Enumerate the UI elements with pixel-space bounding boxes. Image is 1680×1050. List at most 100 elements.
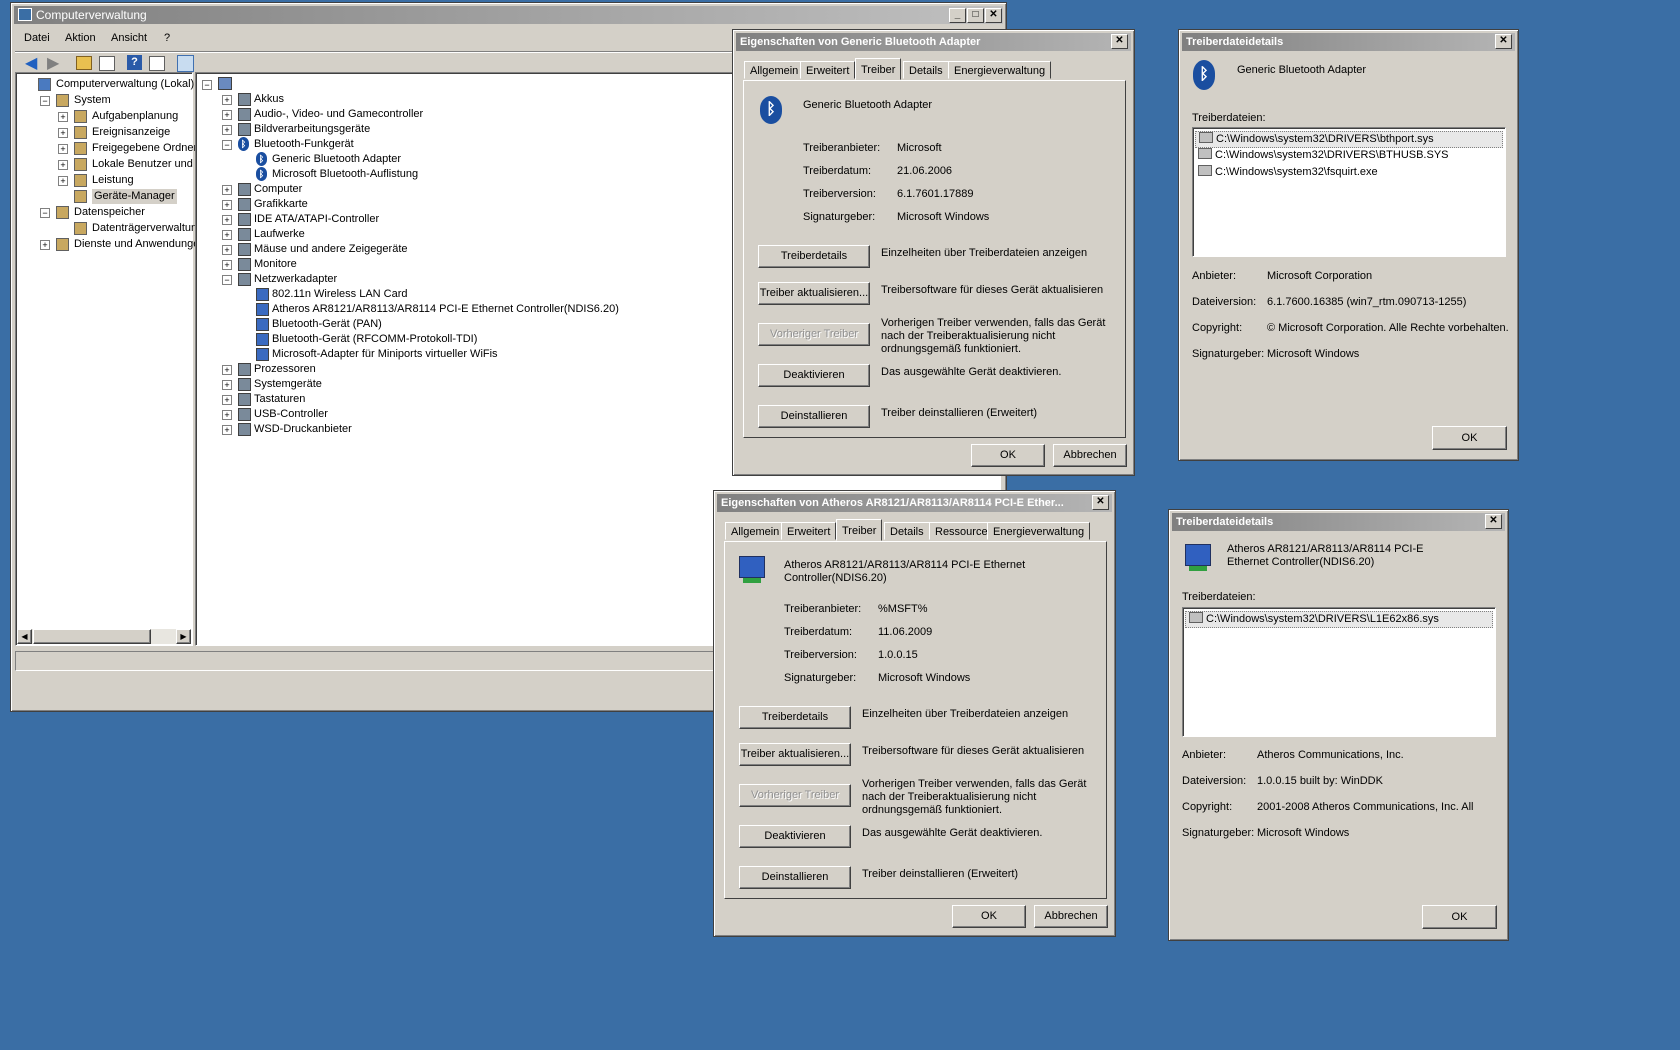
tree-item[interactable]: Freigegebene Ordner [92,141,197,156]
tab-energieverwaltung[interactable]: Energieverwaltung [987,522,1091,540]
tree-item[interactable]: Datenträgerverwaltung [92,221,203,236]
action-button[interactable]: Deinstallieren [739,866,851,889]
driver-file-item[interactable]: C:\Windows\system32\DRIVERS\bthport.sys [1195,131,1503,148]
device-tree-item[interactable]: Tastaturen [254,392,305,407]
eth-cancel-button[interactable]: Abbrechen [1034,905,1108,928]
action-button[interactable]: Treiber aktualisieren... [758,282,870,305]
up-folder-icon[interactable] [76,56,92,70]
tree-expander[interactable]: + [222,380,232,390]
action-button[interactable]: Treiberdetails [739,706,851,729]
device-tree-item[interactable]: Generic Bluetooth Adapter [272,152,401,167]
tab-allgemein[interactable]: Allgemein [744,61,805,79]
bt-properties-title-bar[interactable]: Eigenschaften von Generic Bluetooth Adap… [736,33,1131,51]
action-button[interactable]: Deinstallieren [758,405,870,428]
action-button[interactable]: Deaktivieren [758,364,870,387]
close-button[interactable]: ✕ [985,8,1002,23]
tab-erweitert[interactable]: Erweitert [781,522,837,540]
tree-item[interactable]: Aufgabenplanung [92,109,178,124]
device-tree-item[interactable]: Atheros AR8121/AR8113/AR8114 PCI-E Ether… [272,302,619,317]
tree-expander[interactable]: + [222,395,232,405]
device-tree-item[interactable]: Bildverarbeitungsgeräte [254,122,370,137]
scan-hardware-icon[interactable] [177,55,194,72]
scroll-right-button[interactable]: ▶ [176,629,191,644]
tree-expander[interactable]: + [222,110,232,120]
action-button[interactable]: Treiberdetails [758,245,870,268]
properties-icon[interactable] [149,56,165,71]
device-tree-item[interactable]: Netzwerkadapter [254,272,337,287]
horizontal-scrollbar[interactable]: ◀ ▶ [17,629,191,644]
menu-aktion[interactable]: Aktion [65,32,96,44]
tab-details[interactable]: Details [903,61,949,79]
tree-expander[interactable]: + [222,215,232,225]
tree-item[interactable]: Datenspeicher [74,205,145,220]
bt-driver-files-list[interactable]: C:\Windows\system32\DRIVERS\bthport.sys C… [1192,127,1506,257]
tab-erweitert[interactable]: Erweitert [800,61,856,79]
eth-properties-close-button[interactable]: ✕ [1092,495,1109,510]
bt-details-title-bar[interactable]: Treiberdateidetails [1182,33,1515,51]
bt-details-ok-button[interactable]: OK [1432,426,1507,450]
maximize-button[interactable]: □ [967,8,984,23]
scroll-left-button[interactable]: ◀ [17,629,32,644]
tree-expander[interactable]: − [40,208,50,218]
eth-details-close-button[interactable]: ✕ [1485,514,1502,529]
device-tree-item[interactable]: WSD-Druckanbieter [254,422,352,437]
device-tree-item[interactable]: Prozessoren [254,362,316,377]
tree-expander[interactable]: + [58,112,68,122]
device-tree-item[interactable]: Bluetooth-Gerät (PAN) [272,317,382,332]
device-tree-item[interactable]: Computer [254,182,302,197]
device-tree-item[interactable]: Monitore [254,257,297,272]
device-tree-item[interactable]: Akkus [254,92,284,107]
device-tree-item[interactable]: Bluetooth-Gerät (RFCOMM-Protokoll-TDI) [272,332,477,347]
driver-file-item[interactable]: C:\Windows\system32\DRIVERS\L1E62x86.sys [1185,611,1493,628]
device-tree-item[interactable]: 802.11n Wireless LAN Card [272,287,408,302]
tab-treiber[interactable]: Treiber [855,58,902,80]
device-tree-item[interactable]: IDE ATA/ATAPI-Controller [254,212,379,227]
tree-item[interactable]: Leistung [92,173,134,188]
tab-energieverwaltung[interactable]: Energieverwaltung [948,61,1052,79]
tree-item[interactable]: Geräte-Manager [92,189,177,204]
device-tree-item[interactable]: Audio-, Video- und Gamecontroller [254,107,423,122]
eth-properties-title-bar[interactable]: Eigenschaften von Atheros AR8121/AR8113/… [717,494,1112,512]
tree-expander[interactable]: + [222,200,232,210]
tree-expander[interactable]: − [40,96,50,106]
tab-treiber[interactable]: Treiber [836,519,883,541]
minimize-button[interactable]: _ [949,8,966,23]
tree-expander[interactable]: + [222,245,232,255]
driver-file-item[interactable]: C:\Windows\system32\fsquirt.exe [1195,165,1503,180]
tree-expander[interactable]: + [58,144,68,154]
device-tree-item[interactable]: Microsoft-Adapter für Miniports virtuell… [272,347,498,362]
device-tree-item[interactable]: Mäuse und andere Zeigegeräte [254,242,408,257]
bt-cancel-button[interactable]: Abbrechen [1053,444,1127,467]
driver-file-item[interactable]: C:\Windows\system32\DRIVERS\BTHUSB.SYS [1195,148,1503,163]
tree-expander[interactable]: + [222,260,232,270]
bt-ok-button[interactable]: OK [971,444,1045,467]
menu-help[interactable]: ? [164,32,170,44]
scroll-thumb[interactable] [33,629,151,644]
tree-expander[interactable]: + [222,410,232,420]
tree-expander[interactable]: + [222,185,232,195]
eth-details-title-bar[interactable]: Treiberdateidetails [1172,513,1505,531]
help-icon[interactable]: ? [127,55,142,70]
tree-expander[interactable]: − [202,80,212,90]
tab-details[interactable]: Details [884,522,930,540]
tree-expander[interactable]: + [58,176,68,186]
tree-expander[interactable]: − [222,140,232,150]
tree-expander[interactable]: + [222,95,232,105]
tree-item[interactable]: Computerverwaltung (Lokal) [56,77,194,92]
eth-details-ok-button[interactable]: OK [1422,905,1497,929]
bt-details-close-button[interactable]: ✕ [1495,34,1512,49]
tree-expander[interactable]: + [222,230,232,240]
device-tree-item[interactable]: Systemgeräte [254,377,322,392]
tree-expander[interactable]: + [40,240,50,250]
device-tree-item[interactable]: Grafikkarte [254,197,308,212]
tree-expander[interactable]: + [222,125,232,135]
forward-arrow-icon[interactable]: ▶ [47,56,59,72]
action-button[interactable]: Deaktivieren [739,825,851,848]
tree-item[interactable]: Ereignisanzeige [92,125,170,140]
device-tree-item[interactable]: USB-Controller [254,407,328,422]
device-tree-item[interactable]: Bluetooth-Funkgerät [254,137,354,152]
menu-datei[interactable]: Datei [24,32,50,44]
eth-driver-files-list[interactable]: C:\Windows\system32\DRIVERS\L1E62x86.sys [1182,607,1496,737]
tree-expander[interactable]: − [222,275,232,285]
tree-expander[interactable]: + [222,425,232,435]
